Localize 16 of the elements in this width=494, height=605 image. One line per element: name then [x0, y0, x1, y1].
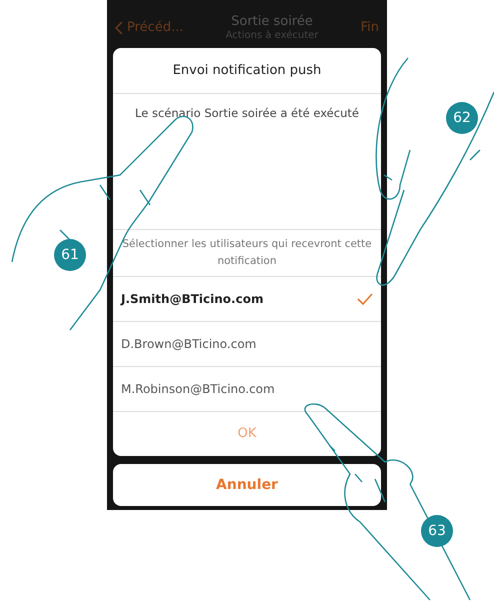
user-list-item[interactable]: J.Smith@BTicino.com [113, 276, 381, 321]
callout-badge: 63 [421, 515, 453, 547]
screen-title: Sortie soirée [231, 14, 313, 30]
back-button[interactable]: Précéd... [115, 18, 184, 38]
ok-button[interactable]: OK [113, 411, 381, 456]
callout-badge: 62 [446, 102, 478, 134]
chevron-left-icon [115, 20, 123, 35]
callout-badge: 61 [54, 239, 86, 271]
dialog-title: Envoi notification push [113, 48, 381, 94]
user-list-item[interactable]: M.Robinson@BTicino.com [113, 366, 381, 411]
done-button[interactable]: Fin [360, 18, 379, 38]
user-list-item[interactable]: D.Brown@BTicino.com [113, 321, 381, 366]
checkmark-icon [357, 293, 373, 305]
cancel-button[interactable]: Annuler [113, 464, 381, 506]
dialog-instruction: Sélectionner les utilisateurs qui recevront cette notification [121, 237, 373, 269]
dialog-message: Le scénario Sortie soirée a été exécuté [135, 105, 359, 122]
